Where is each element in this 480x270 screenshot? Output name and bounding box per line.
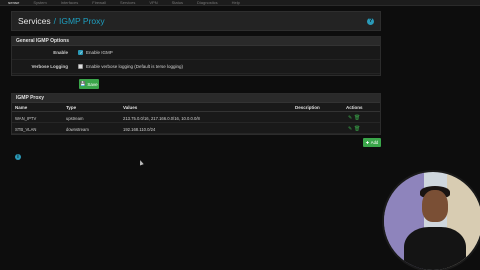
breadcrumb-services[interactable]: Services [18,16,51,26]
table-row: STB_VLAN downstream 192.168.110.0/24 ✎ 🗑 [12,123,380,134]
help-icon[interactable]: ? [367,18,374,25]
general-options-panel: General IGMP Options Enable Enable IGMP … [11,36,381,76]
table-row: WAN_IPTV upstream 213.75.0.0/16, 217.166… [12,112,380,123]
enable-igmp-checkbox[interactable] [78,50,83,56]
col-type: Type [66,105,77,110]
nav-vpn[interactable]: VPN [149,0,157,5]
row-name: WAN_IPTV [15,115,37,121]
row-type: downstream [66,126,89,132]
row-type: upstream [66,115,84,121]
brand-logo[interactable]: sense [8,0,19,5]
save-icon: 💾 [80,81,86,86]
add-button[interactable]: ✚ Add [363,138,381,147]
nav-help[interactable]: Help [232,0,240,5]
nav-interfaces[interactable]: Interfaces [61,0,79,5]
nav-services[interactable]: Services [120,0,135,5]
nav-system[interactable]: System [33,0,46,5]
breadcrumb-separator: / [53,16,56,26]
igmp-proxy-title: IGMP Proxy [12,94,380,103]
nav-firewall[interactable]: Firewall [92,0,106,5]
mouse-cursor [138,159,144,166]
save-button[interactable]: 💾 Save [79,79,99,89]
col-name: Name [15,105,28,110]
presenter-head [422,190,448,222]
verbose-logging-text: Enable verbose logging (Default is terse… [86,64,184,69]
verbose-label: Verbose Logging [31,64,68,69]
nav-diagnostics[interactable]: Diagnostics [197,0,218,5]
webcam-overlay [382,170,480,270]
enable-igmp-text: Enable IGMP [86,50,113,55]
col-description: Description [295,105,320,110]
trash-icon[interactable]: 🗑 [354,115,360,121]
row-values: 213.75.0.0/16, 217.166.0.0/16, 10.0.0.0/… [123,115,200,121]
info-icon[interactable]: i [15,154,21,160]
col-values: Values [123,105,138,110]
row-name: STB_VLAN [15,126,37,132]
verbose-row: Verbose Logging Enable verbose logging (… [12,60,380,74]
save-button-label: Save [87,81,98,87]
top-navbar: sense System Interfaces Firewall Service… [0,0,480,6]
breadcrumb: Services / IGMP Proxy [18,16,105,26]
row-values: 192.168.110.0/24 [123,126,156,132]
breadcrumb-igmp-proxy[interactable]: IGMP Proxy [59,16,105,26]
igmp-proxy-panel: IGMP Proxy Name Type Values Description … [11,93,381,135]
edit-icon[interactable]: ✎ [348,115,353,121]
general-options-title: General IGMP Options [12,37,380,46]
add-button-label: Add [370,140,379,145]
table-header: Name Type Values Description Actions [12,103,380,112]
plus-icon: ✚ [365,140,370,145]
col-actions: Actions [346,105,363,110]
enable-row: Enable Enable IGMP [12,46,380,60]
edit-icon[interactable]: ✎ [348,126,353,132]
verbose-logging-checkbox[interactable] [78,64,83,69]
presenter-body [404,227,466,270]
enable-label: Enable [53,50,68,55]
nav-status[interactable]: Status [172,0,183,5]
trash-icon[interactable]: 🗑 [354,126,360,132]
breadcrumb-bar: Services / IGMP Proxy ? [11,11,381,31]
